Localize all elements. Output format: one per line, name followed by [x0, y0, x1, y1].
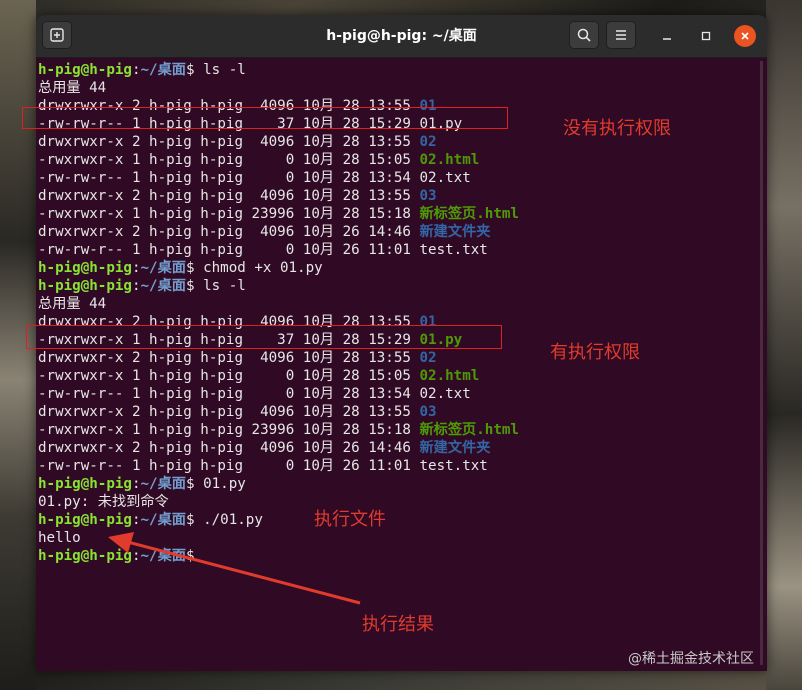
watermark: @稀土掘金技术社区 [628, 651, 754, 667]
annotation-arrow [108, 532, 361, 605]
